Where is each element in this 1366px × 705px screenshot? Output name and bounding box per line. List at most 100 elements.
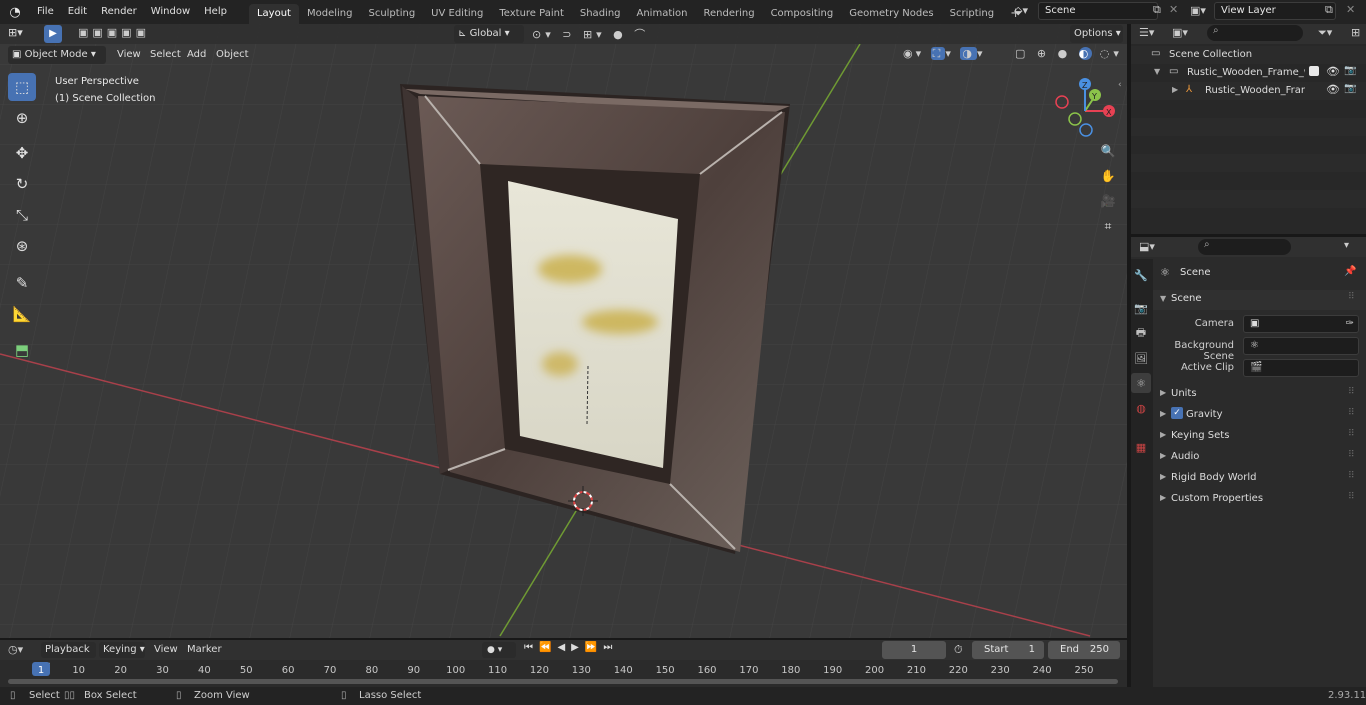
output-tab-icon[interactable]: 🖶 xyxy=(1131,323,1151,343)
prev-keyframe-icon[interactable]: ⏪ xyxy=(539,642,557,653)
blender-logo-icon[interactable]: ◔ xyxy=(0,5,30,20)
panel-keying-sets[interactable]: ▶ Keying Sets ⠿ xyxy=(1153,427,1366,445)
texture-tab-icon[interactable]: ▦ xyxy=(1131,437,1151,457)
new-collection-icon[interactable]: ⊞ xyxy=(1351,26,1360,39)
scene-name-field[interactable]: Scene xyxy=(1038,2,1158,20)
properties-editor-type-icon[interactable]: ⬓▾ xyxy=(1139,240,1155,253)
menu-render[interactable]: Render xyxy=(94,0,144,24)
perspective-toggle-icon[interactable]: ⌗ xyxy=(1096,214,1120,238)
tab-scripting[interactable]: Scripting xyxy=(942,4,1002,24)
outliner-display-mode-icon[interactable]: ▣▾ xyxy=(1172,26,1188,39)
rotate-tool-icon[interactable]: ↻ xyxy=(8,170,36,198)
expand-arrow-icon[interactable]: ▶ xyxy=(1172,85,1178,94)
playback-controls[interactable]: ⏮⏪◀▶⏩⏭ xyxy=(524,642,630,658)
object-menu[interactable]: Object xyxy=(216,49,249,60)
menu-edit[interactable]: Edit xyxy=(61,0,94,24)
camera-render-icon[interactable]: 📷 xyxy=(1344,65,1356,76)
properties-options-icon[interactable]: ▾ xyxy=(1344,240,1349,251)
panel-custom-properties[interactable]: ▶ Custom Properties ⠿ xyxy=(1153,490,1366,508)
object-mode-dropdown[interactable]: ▣ Object Mode ▾ xyxy=(8,46,106,64)
add-menu[interactable]: Add xyxy=(187,49,206,60)
view-layer-field[interactable]: View Layer xyxy=(1214,2,1336,20)
stopwatch-icon[interactable]: ⏱ xyxy=(954,643,963,657)
drag-handle-icon[interactable]: ⠿ xyxy=(1348,450,1355,460)
transform-tool-icon[interactable]: ⊛ xyxy=(8,232,36,260)
auto-keying-button[interactable]: ● ▾ xyxy=(482,642,516,658)
panel-rigid-body-world[interactable]: ▶ Rigid Body World ⠿ xyxy=(1153,469,1366,487)
visibility-gizmo-controls[interactable]: ◉▾ ⛶ ▾ ◑ ▾ xyxy=(903,47,986,61)
next-keyframe-icon[interactable]: ⏩ xyxy=(585,642,603,653)
panel-units[interactable]: ▶ Units ⠿ xyxy=(1153,385,1366,403)
jump-end-icon[interactable]: ⏭ xyxy=(603,642,618,653)
delete-scene-icon[interactable]: ✕ xyxy=(1169,3,1178,16)
select-mode-tool-icon[interactable]: ▶ xyxy=(44,25,62,43)
drag-handle-icon[interactable]: ⠿ xyxy=(1348,471,1355,481)
tab-rendering[interactable]: Rendering xyxy=(695,4,762,24)
tab-compositing[interactable]: Compositing xyxy=(763,4,842,24)
drag-handle-icon[interactable]: ⠿ xyxy=(1348,292,1355,302)
shading-mode-buttons[interactable]: ▢ ⊕ ● ◐ ◌▾ xyxy=(1015,47,1123,60)
eyedropper-icon[interactable]: ✑ xyxy=(1346,316,1354,332)
timeline-editor-type-icon[interactable]: ◷▾ xyxy=(8,643,23,656)
current-frame-field[interactable]: 1 xyxy=(882,641,946,659)
background-scene-field[interactable]: ⚛ xyxy=(1243,337,1359,355)
checkbox-icon[interactable] xyxy=(1309,66,1319,76)
active-clip-field[interactable]: 🎬 xyxy=(1243,359,1359,377)
drag-handle-icon[interactable]: ⠿ xyxy=(1348,429,1355,439)
menu-help[interactable]: Help xyxy=(197,0,234,24)
playback-menu[interactable]: Playback ▾ xyxy=(41,642,96,671)
camera-render-icon[interactable]: 📷 xyxy=(1344,83,1356,94)
menu-file[interactable]: File xyxy=(30,0,61,24)
end-frame-field[interactable]: End 250 xyxy=(1048,641,1120,659)
camera-view-icon[interactable]: 🎥 xyxy=(1096,189,1120,213)
outliner-editor-type-icon[interactable]: ☰▾ xyxy=(1139,26,1154,39)
world-tab-icon[interactable]: ◍ xyxy=(1131,398,1151,418)
view-menu[interactable]: View xyxy=(117,49,141,60)
tab-layout[interactable]: Layout xyxy=(248,4,299,24)
viewport-3d[interactable]: X Y Z ⊞▾ ▶ ▣▣▣▣▣ ⊾ Global ▾ ⊙▾ ⊃ ⊞▾ ● ⌒ … xyxy=(0,24,1127,638)
delete-view-layer-icon[interactable]: ✕ xyxy=(1346,3,1355,16)
outliner-search-field[interactable]: ⌕ xyxy=(1207,25,1303,41)
outliner-row-frame-collection[interactable]: ▼ ▭ Rustic_Wooden_Frame_with_ 👁 📷 xyxy=(1131,64,1366,82)
properties-search-field[interactable]: ⌕ xyxy=(1198,239,1291,255)
tool-tab-icon[interactable]: 🔧 xyxy=(1131,265,1151,285)
tab-modeling[interactable]: Modeling xyxy=(299,4,361,24)
tab-geometry-nodes[interactable]: Geometry Nodes xyxy=(841,4,941,24)
tab-sculpting[interactable]: Sculpting xyxy=(360,4,423,24)
copy-scene-icon[interactable]: ⧉ xyxy=(1153,3,1161,17)
add-cube-tool-icon[interactable]: ⬒ xyxy=(8,336,36,364)
outliner-row-scene-collection[interactable]: ▭ Scene Collection xyxy=(1131,46,1366,64)
view-layer-tab-icon[interactable]: 🖼 xyxy=(1131,348,1151,368)
camera-field[interactable]: ▣ ✑ xyxy=(1243,315,1359,333)
drag-handle-icon[interactable]: ⠿ xyxy=(1348,408,1355,418)
start-frame-field[interactable]: Start 1 xyxy=(972,641,1044,659)
drag-handle-icon[interactable]: ⠿ xyxy=(1348,492,1355,502)
gravity-checkbox[interactable]: ✓ xyxy=(1171,407,1183,419)
timeline-scrollbar[interactable] xyxy=(8,679,1118,684)
marker-menu[interactable]: Marker xyxy=(187,644,222,655)
tab-shading[interactable]: Shading xyxy=(572,4,629,24)
play-icon[interactable]: ▶ xyxy=(571,642,585,653)
tab-animation[interactable]: Animation xyxy=(629,4,696,24)
view-layer-selector[interactable]: ▣▾ View Layer ⧉ ✕ xyxy=(1188,2,1364,21)
options-dropdown[interactable]: Options ▾ xyxy=(1070,25,1123,43)
eye-icon[interactable]: 👁 xyxy=(1326,83,1340,96)
sidebar-toggle-icon[interactable]: ‹ xyxy=(1118,80,1122,90)
render-tab-icon[interactable]: 📷 xyxy=(1131,298,1151,318)
eye-icon[interactable]: 👁 xyxy=(1326,65,1340,78)
copy-view-layer-icon[interactable]: ⧉ xyxy=(1325,3,1333,17)
panel-gravity[interactable]: ▶ ✓ Gravity ⠿ xyxy=(1153,406,1366,424)
annotate-tool-icon[interactable]: ✎ xyxy=(8,269,36,297)
outliner-filter-icon[interactable]: ⏷▾ xyxy=(1318,26,1332,40)
measure-tool-icon[interactable]: 📐 xyxy=(8,300,36,328)
timeline-view-menu[interactable]: View xyxy=(154,644,178,655)
collapse-arrow-icon[interactable]: ▼ xyxy=(1160,294,1166,303)
timeline-ruler[interactable]: 1 10 20 30 40 50 60 70 80 90 100 110 120 130 140 150 160… xyxy=(0,660,1127,680)
play-reverse-icon[interactable]: ◀ xyxy=(557,642,571,653)
selection-modes[interactable]: ▣▣▣▣▣ xyxy=(78,26,150,39)
move-tool-icon[interactable]: ✥ xyxy=(8,139,36,167)
cursor-tool-icon[interactable]: ⊕ xyxy=(8,104,36,132)
drag-handle-icon[interactable]: ⠿ xyxy=(1348,387,1355,397)
expand-arrow-icon[interactable]: ▼ xyxy=(1154,67,1160,76)
pan-view-icon[interactable]: ✋ xyxy=(1096,164,1120,188)
